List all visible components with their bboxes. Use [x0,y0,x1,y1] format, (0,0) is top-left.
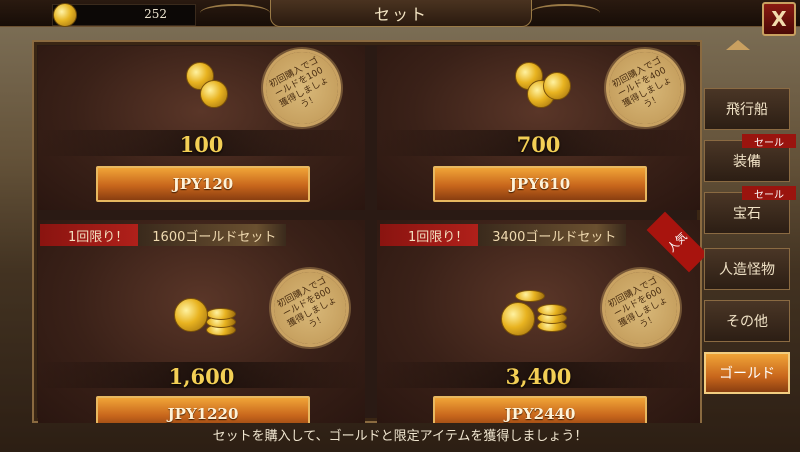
gold-amount: 3,400 [505,364,572,389]
gold-coin-icon [174,298,208,332]
buy-button[interactable]: JPY1220 [96,396,310,423]
once-only-label: 1回限り！ [40,224,139,246]
buy-button[interactable]: JPY120 [96,166,310,202]
title-ornament-right [530,4,600,22]
set-name-label: 3400ゴールドセット [478,224,627,246]
buy-button[interactable]: JPY2440 [433,396,647,423]
gold-amount: 700 [516,132,561,157]
tab-artificial-monster[interactable]: 人造怪物 [704,248,790,290]
sale-badge: セール [742,134,796,149]
gold-coin-icon [543,72,571,100]
gold-pack-card-2: 初回購入でゴールドを400獲得しましょう！ 700 JPY610 [377,46,700,210]
tab-airship[interactable]: 飛行船 [704,88,790,130]
tab-gold[interactable]: ゴールド [704,352,790,394]
scroll-up-arrow-icon[interactable] [726,40,750,50]
gold-pack-card-3: 初回購入でゴールドを800獲得しましょう！ 1,600 JPY1220 [38,220,365,423]
footer-hint: セットを購入して、ゴールドと限定アイテムを獲得しましょう！ [212,429,588,444]
tab-other[interactable]: その他 [704,300,790,342]
page-title: セット [270,0,532,27]
limited-offer-banner: 1回限り！ 1600ゴールドセット [40,224,287,246]
gold-coin-icon [501,302,535,336]
currency-amount: 252 [144,7,167,21]
gold-pack-card-1: 初回購入でゴールドを100獲得しましょう！ 100 JPY120 [38,46,365,210]
bonus-seal: 初回購入でゴールドを400獲得しましょう！ [596,46,694,137]
limited-offer-banner: 1回限り！ 3400ゴールドセット [380,224,627,246]
sale-badge: セール [742,186,796,201]
bonus-seal: 初回購入でゴールドを600獲得しましょう！ [592,259,690,357]
set-name-label: 1600ゴールドセット [138,224,287,246]
bonus-seal: 初回購入でゴールドを800獲得しましょう！ [261,259,359,357]
gold-amount: 100 [179,132,224,157]
close-button[interactable]: X [762,2,796,36]
gold-pack-card-4: 初回購入でゴールドを600獲得しましょう！ 3,400 JPY2440 [377,220,700,423]
once-only-label: 1回限り！ [380,224,479,246]
buy-button[interactable]: JPY610 [433,166,647,202]
bonus-seal: 初回購入でゴールドを100獲得しましょう！ [253,46,351,137]
gold-coin-icon [200,80,228,108]
title-ornament-left [200,4,270,22]
gold-amount: 1,600 [168,364,235,389]
gold-coin-icon [53,3,77,27]
